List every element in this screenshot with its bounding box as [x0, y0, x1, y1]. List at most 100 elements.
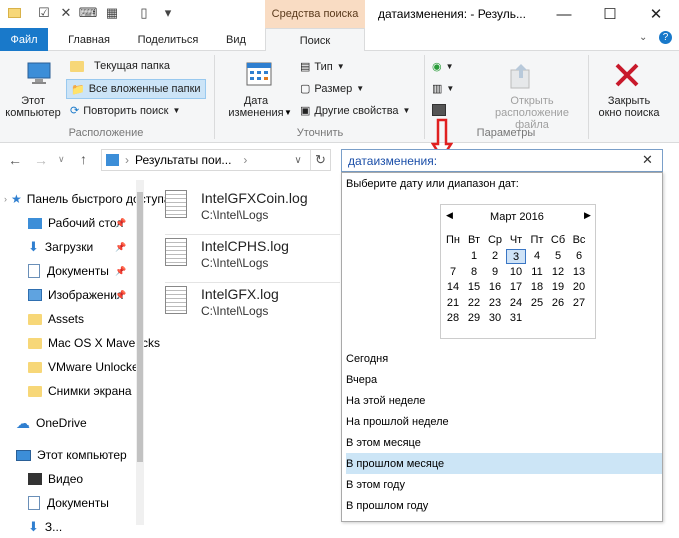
calendar-month-label[interactable]: Март 2016	[490, 211, 544, 223]
calendar-day[interactable]: 21	[443, 296, 463, 311]
nav-item-video[interactable]: Видео	[28, 468, 83, 490]
calendar-day[interactable]: 5	[548, 249, 568, 264]
range-option-today[interactable]: Сегодня	[346, 348, 662, 369]
size-button[interactable]: ▢ Размер ▼	[300, 82, 364, 96]
range-option-last-week[interactable]: На прошлой неделе	[346, 411, 662, 432]
nav-item-documents-pc[interactable]: Документы	[28, 492, 109, 514]
back-arrow-icon[interactable]: ←	[8, 152, 22, 168]
nav-item-vmware[interactable]: VMware Unlocker	[28, 356, 143, 378]
documents-icon	[28, 264, 40, 278]
address-dropdown-icon[interactable]: ∨	[288, 150, 308, 170]
recent-locations-icon[interactable]: ∨	[58, 154, 65, 165]
range-option-last-year[interactable]: В прошлом году	[346, 495, 662, 516]
repeat-search-button[interactable]: ⟳ Повторить поиск ▼	[70, 104, 180, 118]
nav-item-downloads[interactable]: ⬇ Загрузки	[28, 236, 93, 258]
calendar-day[interactable]: 8	[464, 265, 484, 280]
calendar-day[interactable]: 28	[443, 311, 463, 326]
text-file-icon	[165, 190, 187, 218]
calendar-day[interactable]: 26	[548, 296, 568, 311]
calendar-day[interactable]: 29	[464, 311, 484, 326]
calendar-day[interactable]: 9	[485, 265, 505, 280]
close-search-button[interactable]: Закрыть окно поиска	[590, 95, 668, 119]
calendar-day[interactable]: 12	[548, 265, 568, 280]
range-option-last-month[interactable]: В прошлом месяце	[346, 453, 662, 474]
calendar-day[interactable]: 15	[464, 280, 484, 295]
save-search-icon[interactable]	[432, 104, 446, 116]
customize-arrow-icon[interactable]: ▾	[160, 5, 176, 21]
calendar-day[interactable]: 18	[527, 280, 547, 295]
nav-item-quick-access[interactable]: › ★ Панель быстрого доступа	[4, 188, 171, 210]
properties-icon[interactable]: ☑	[36, 5, 52, 21]
next-month-icon[interactable]: ▶	[584, 210, 591, 221]
type-button[interactable]: ▤ Тип ▼	[300, 60, 345, 74]
rename-icon[interactable]: ⌨	[79, 5, 98, 21]
nav-item-this-pc[interactable]: Этот компьютер	[16, 444, 127, 466]
date-modified-button[interactable]: Дата изменения	[220, 95, 292, 119]
calendar-day[interactable]: 17	[506, 280, 526, 295]
other-properties-button[interactable]: ▣ Другие свойства ▼	[300, 104, 410, 118]
list-item[interactable]: IntelGFX.log C:\Intel\Logs	[165, 286, 279, 334]
calendar-day[interactable]: 20	[569, 280, 589, 295]
minimize-button[interactable]: —	[541, 0, 587, 28]
up-arrow-icon[interactable]: ↑	[80, 151, 87, 167]
calendar-day[interactable]: 16	[485, 280, 505, 295]
nav-item-desktop[interactable]: Рабочий стол	[28, 212, 123, 234]
collapse-ribbon-icon[interactable]: ⌄	[639, 32, 647, 43]
range-option-yesterday[interactable]: Вчера	[346, 369, 662, 390]
prev-month-icon[interactable]: ◀	[446, 210, 453, 221]
calendar-day[interactable]: 2	[485, 249, 505, 264]
this-pc-button[interactable]: Этот компьютер	[0, 95, 66, 119]
recent-searches-button[interactable]: ◉ ▼	[432, 60, 454, 73]
nav-item-onedrive[interactable]: ☁ OneDrive	[16, 412, 87, 434]
calendar-day[interactable]: 14	[443, 280, 463, 295]
open-file-location-button[interactable]: Открыть расположение файла	[480, 95, 584, 131]
search-input[interactable]: датаизменения:	[341, 149, 663, 172]
range-option-this-week[interactable]: На этой неделе	[346, 390, 662, 411]
all-subfolders-button[interactable]: 📁 Все вложенные папки	[66, 79, 206, 99]
tab-file[interactable]: Файл	[0, 28, 48, 51]
range-option-this-month[interactable]: В этом месяце	[346, 432, 662, 453]
help-icon[interactable]: ?	[659, 31, 672, 44]
calendar-day[interactable]: 31	[506, 311, 526, 326]
nav-scrollbar-thumb[interactable]	[137, 192, 143, 462]
calendar-day[interactable]: 7	[443, 265, 463, 280]
calendar-day[interactable]: 13	[569, 265, 589, 280]
calendar-day[interactable]: 10	[506, 265, 526, 280]
calendar-day[interactable]: 24	[506, 296, 526, 311]
calendar-day[interactable]: 22	[464, 296, 484, 311]
nav-item-pictures[interactable]: Изображения	[28, 284, 123, 306]
calendar-day[interactable]: 1	[464, 249, 484, 264]
tab-share[interactable]: Поделиться	[128, 28, 208, 51]
refresh-icon[interactable]: ↻	[310, 150, 330, 170]
calendar-day[interactable]: 25	[527, 296, 547, 311]
calendar-day[interactable]: 19	[548, 280, 568, 295]
tab-view[interactable]: Вид	[216, 28, 256, 51]
close-x-icon[interactable]: ✕	[58, 5, 74, 21]
advanced-options-button[interactable]: ▥ ▼	[432, 82, 454, 95]
calendar-day[interactable]: 27	[569, 296, 589, 311]
tab-search[interactable]: Поиск	[265, 28, 365, 52]
calendar-day[interactable]: 23	[485, 296, 505, 311]
nav-item-more[interactable]: ⬇ З...	[28, 516, 62, 538]
calendar-day[interactable]: 11	[527, 265, 547, 280]
range-option-this-year[interactable]: В этом году	[346, 474, 662, 495]
calendar-day[interactable]: 30	[485, 311, 505, 326]
page-icon[interactable]: ▯	[136, 5, 152, 21]
forward-arrow-icon[interactable]: →	[34, 152, 48, 168]
nav-item-documents[interactable]: Документы	[28, 260, 109, 282]
weekday-label: Вт	[467, 234, 480, 246]
close-button[interactable]: ✕	[633, 0, 679, 28]
clear-search-icon[interactable]: ✕	[642, 152, 653, 168]
list-item[interactable]: IntelGFXCoin.log C:\Intel\Logs	[165, 190, 308, 238]
folder-icon	[6, 5, 22, 21]
current-folder-button[interactable]: Текущая папка	[70, 60, 170, 72]
calendar-day[interactable]: 6	[569, 249, 589, 264]
maximize-button[interactable]: ☐	[587, 0, 633, 28]
calendar-day[interactable]: 4	[527, 249, 547, 264]
tab-home[interactable]: Главная	[58, 28, 120, 51]
layout-icon[interactable]: ▦	[104, 5, 120, 21]
calendar-day[interactable]: 3	[506, 249, 526, 264]
nav-item-screenshots[interactable]: Снимки экрана	[28, 380, 132, 402]
list-item[interactable]: IntelCPHS.log C:\Intel\Logs	[165, 238, 289, 286]
nav-item-assets[interactable]: Assets	[28, 308, 84, 330]
